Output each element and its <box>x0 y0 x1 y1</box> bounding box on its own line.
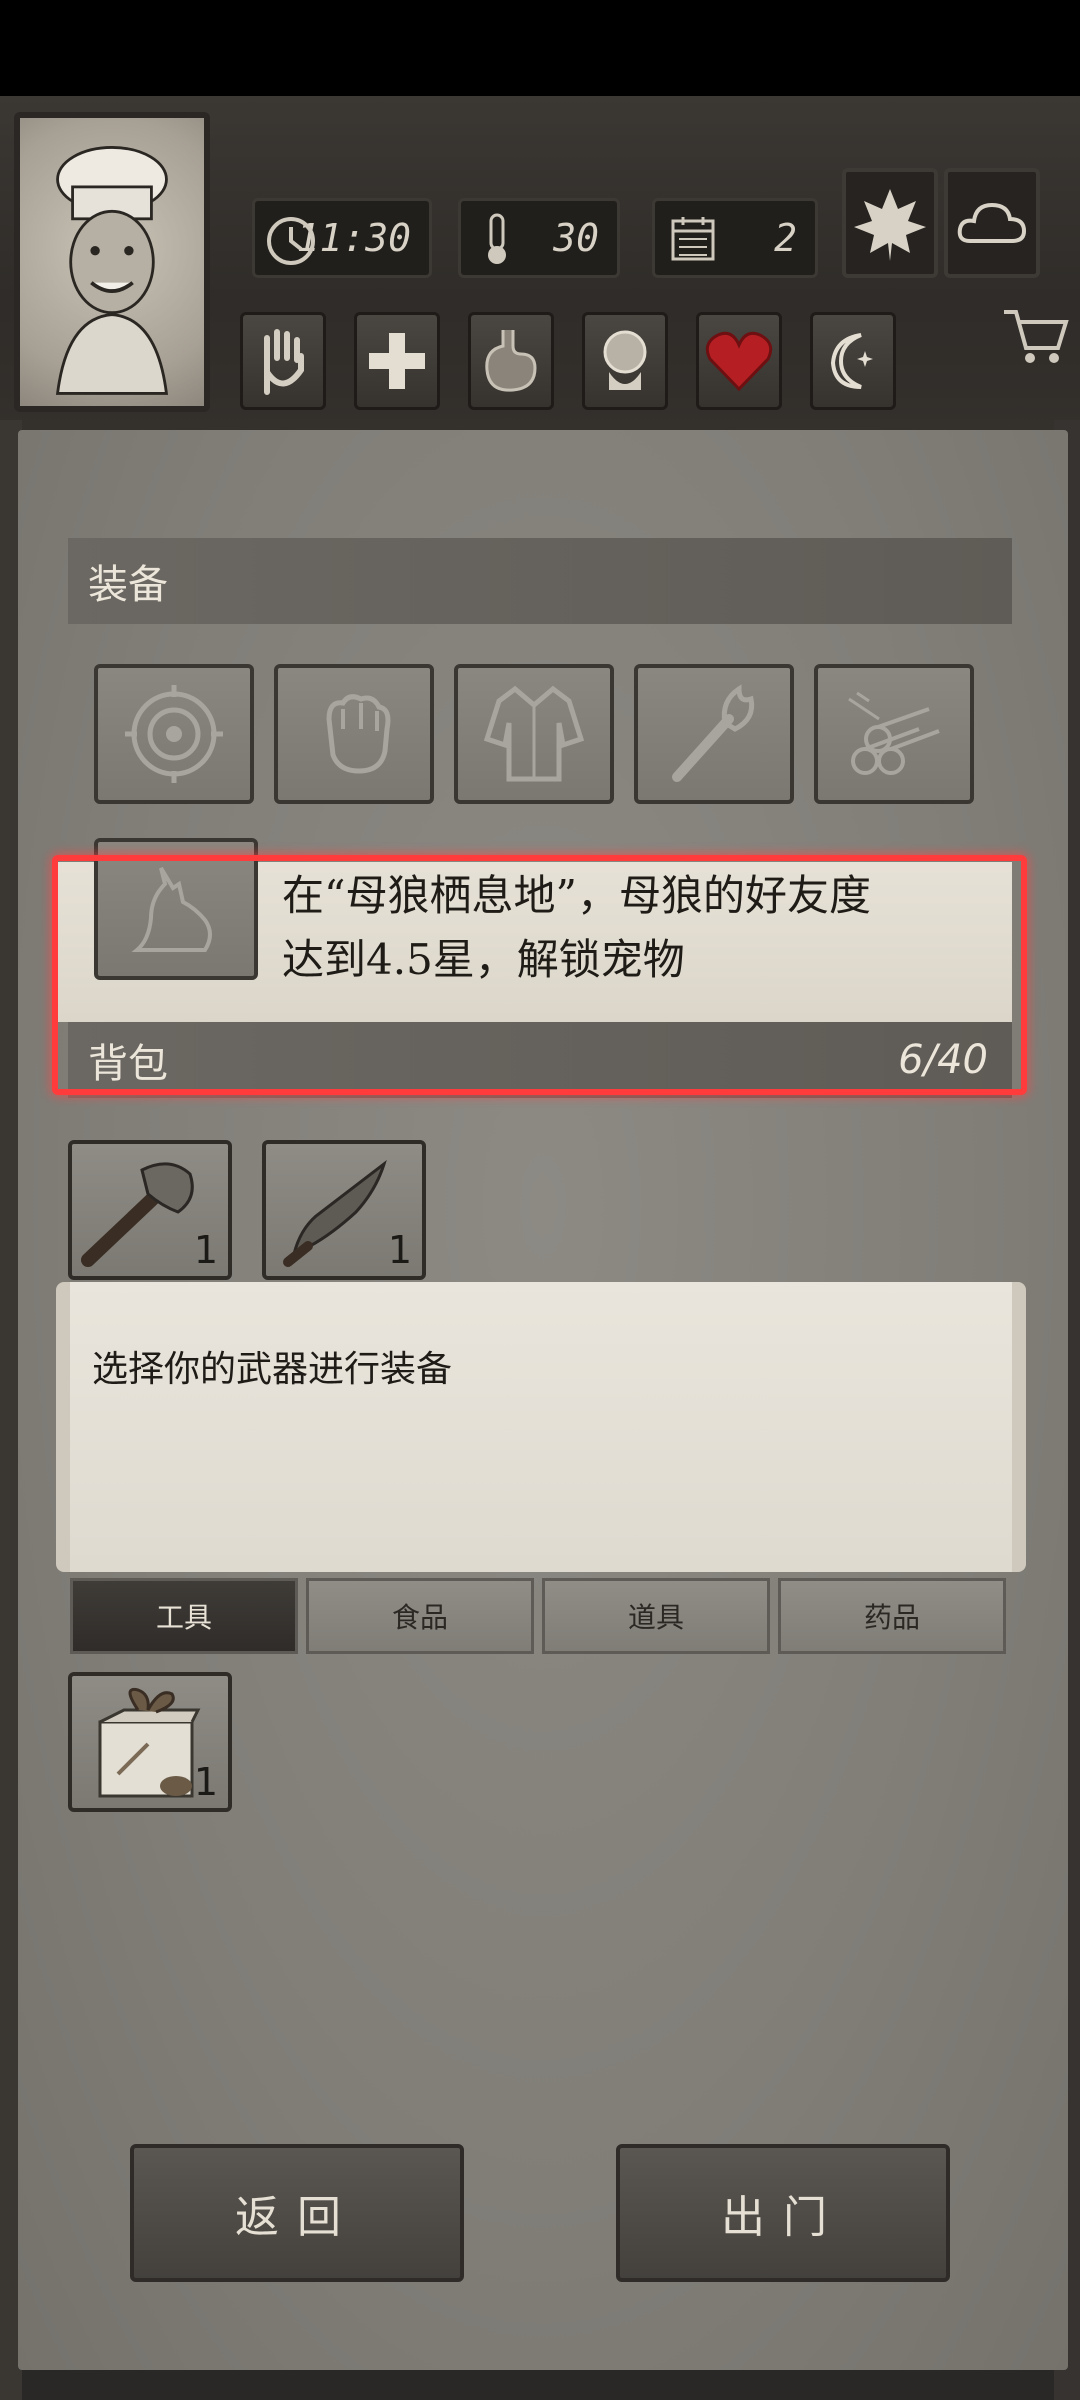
target-icon <box>125 685 223 783</box>
day-display: 2 <box>652 198 818 278</box>
highlight-frame <box>52 855 1027 1095</box>
item-quantity: 1 <box>193 1760 218 1804</box>
shop-cart-icon[interactable] <box>1000 300 1070 370</box>
equip-slot-target[interactable] <box>94 664 254 804</box>
tab-tools-label: 工具 <box>155 1601 212 1634</box>
backpack-item-axe[interactable]: 1 <box>68 1140 232 1280</box>
description-scroll: 选择你的武器进行装备 <box>56 1282 1026 1572</box>
tab-food[interactable]: 食品 <box>306 1578 534 1654</box>
torch-icon <box>672 684 755 782</box>
hand-icon <box>264 329 304 395</box>
hunger-status-icon[interactable] <box>468 312 554 410</box>
hand-status-icon[interactable] <box>240 312 326 410</box>
back-button[interactable]: 返回 <box>130 2144 464 2282</box>
time-display: 11:30 <box>252 198 432 278</box>
equip-slot-light[interactable] <box>634 664 794 804</box>
tab-item-gift-box[interactable]: 1 <box>68 1672 232 1812</box>
equip-slot-armor[interactable] <box>454 664 614 804</box>
fist-icon <box>326 694 391 774</box>
mind-status-icon[interactable] <box>582 312 668 410</box>
logs-icon <box>848 691 940 775</box>
mood-status-icon[interactable] <box>696 312 782 410</box>
cloud-icon <box>957 202 1027 243</box>
item-quantity: 1 <box>193 1228 218 1272</box>
equipment-header: 装备 <box>68 538 1012 624</box>
tab-medicine[interactable]: 药品 <box>778 1578 1006 1654</box>
day-value: 2 <box>774 216 797 260</box>
brain-icon <box>603 330 647 390</box>
tab-tools[interactable]: 工具 <box>70 1578 298 1654</box>
system-status-bar <box>0 0 1080 96</box>
equipment-title: 装备 <box>88 562 168 608</box>
thermometer-icon <box>488 213 506 264</box>
tab-medicine-label: 药品 <box>863 1601 920 1634</box>
description-text: 选择你的武器进行装备 <box>92 1349 453 1390</box>
temperature-value: 30 <box>553 216 599 260</box>
moon-icon <box>830 333 873 389</box>
go-out-button[interactable]: 出门 <box>616 2144 950 2282</box>
tab-props-label: 道具 <box>627 1601 684 1634</box>
go-out-button-label: 出门 <box>721 2192 845 2243</box>
calendar-icon <box>671 217 715 261</box>
maple-leaf-icon <box>854 189 926 261</box>
equip-slot-weapon[interactable] <box>274 664 434 804</box>
equip-slot-material[interactable] <box>814 664 974 804</box>
sleep-status-icon[interactable] <box>810 312 896 410</box>
stomach-icon <box>485 330 537 392</box>
jacket-icon <box>483 685 585 782</box>
cross-icon <box>369 333 425 389</box>
back-button-label: 返回 <box>235 2192 359 2243</box>
weather-indicator[interactable] <box>944 168 1040 278</box>
clock-icon <box>267 217 315 265</box>
tab-props[interactable]: 道具 <box>542 1578 770 1654</box>
item-quantity: 1 <box>387 1228 412 1272</box>
character-portrait[interactable] <box>14 112 210 412</box>
season-indicator[interactable] <box>842 168 938 278</box>
health-status-icon[interactable] <box>354 312 440 410</box>
tab-food-label: 食品 <box>391 1601 448 1634</box>
temperature-display: 30 <box>458 198 620 278</box>
chef-avatar-icon <box>55 146 169 395</box>
backpack-item-knife[interactable]: 1 <box>262 1140 426 1280</box>
heart-icon <box>705 331 773 392</box>
